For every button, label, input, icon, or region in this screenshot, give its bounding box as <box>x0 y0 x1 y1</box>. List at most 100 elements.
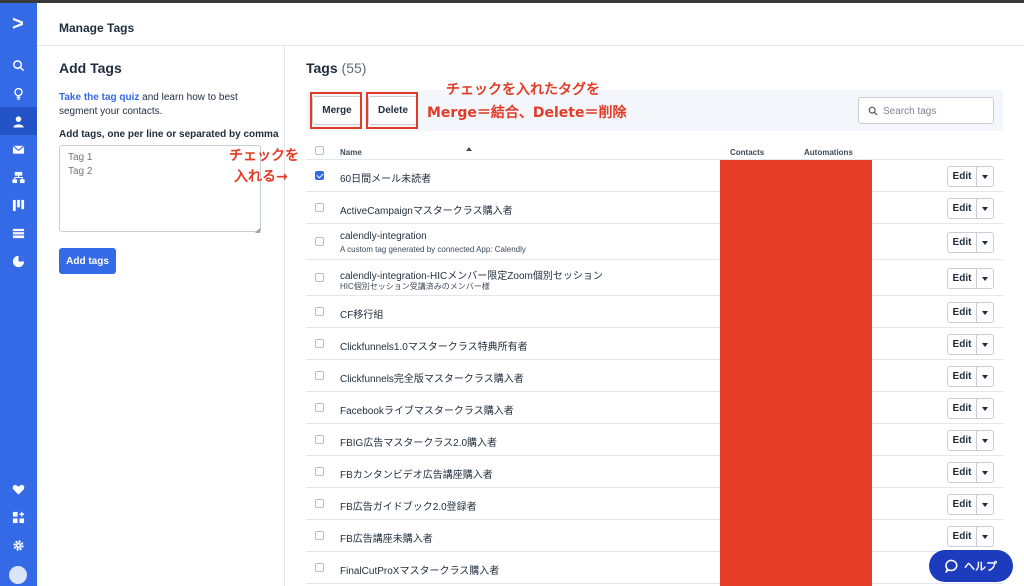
search-icon <box>868 106 878 116</box>
tag-quiz-link[interactable]: Take the tag quiz <box>59 92 139 103</box>
tags-count: (55) <box>341 60 367 76</box>
tag-name: FBIG広告マスタークラス2.0購入者 <box>340 438 498 449</box>
add-tags-description: Take the tag quiz and learn how to best … <box>59 91 259 119</box>
edit-button[interactable]: Edit <box>947 166 977 187</box>
contacts-icon[interactable] <box>0 107 37 135</box>
chevron-down-icon[interactable] <box>976 166 994 187</box>
table-row: FB広告講座未購入者 Edit <box>306 520 1003 552</box>
tag-name: FB広告講座未購入者 <box>340 534 433 545</box>
row-checkbox[interactable] <box>315 273 324 282</box>
row-checkbox[interactable] <box>315 435 324 444</box>
chevron-down-icon[interactable] <box>976 494 994 515</box>
row-checkbox[interactable] <box>315 403 324 412</box>
edit-button[interactable]: Edit <box>947 268 977 289</box>
redacted-counts <box>720 160 872 586</box>
lightbulb-icon[interactable] <box>0 79 37 107</box>
row-checkbox[interactable] <box>315 203 324 212</box>
table-row: CF移行組 Edit <box>306 296 1003 328</box>
add-tags-title: Add Tags <box>59 60 122 76</box>
tag-name: FBカンタンビデオ広告講座購入者 <box>340 470 493 481</box>
row-checkbox[interactable] <box>315 307 324 316</box>
row-checkbox[interactable] <box>315 499 324 508</box>
row-checkbox[interactable] <box>315 531 324 540</box>
deals-icon[interactable] <box>0 191 37 219</box>
tags-heading: Tags (55) <box>306 60 366 76</box>
help-button[interactable]: ヘルプ <box>929 550 1013 582</box>
table-row: FBIG広告マスタークラス2.0購入者 Edit <box>306 424 1003 456</box>
edit-button[interactable]: Edit <box>947 462 977 483</box>
chevron-down-icon[interactable] <box>976 268 994 289</box>
annotation-check-line1: チェックを <box>229 148 299 164</box>
table-row: ActiveCampaignマスタークラス購入者 Edit <box>306 192 1003 224</box>
row-checkbox[interactable] <box>315 563 324 572</box>
row-checkbox[interactable] <box>315 339 324 348</box>
sort-asc-icon[interactable] <box>466 147 472 151</box>
search-icon[interactable] <box>0 51 37 79</box>
tag-name: FB広告ガイドブック2.0登録者 <box>340 502 477 513</box>
apps-add-icon[interactable] <box>0 503 37 531</box>
chevron-down-icon[interactable] <box>976 430 994 451</box>
row-checkbox[interactable] <box>315 171 324 180</box>
tag-name: Facebookライブマスタークラス購入者 <box>340 406 514 417</box>
add-tags-input-label: Add tags, one per line or separated by c… <box>59 129 279 140</box>
tag-name: ActiveCampaignマスタークラス購入者 <box>340 206 513 217</box>
site-icon[interactable] <box>0 219 37 247</box>
edit-button[interactable]: Edit <box>947 398 977 419</box>
row-checkbox[interactable] <box>315 371 324 380</box>
tag-description: HIC個別セッション受講済みのメンバー様 <box>340 282 490 291</box>
tags-table-header: Name Contacts Automations <box>306 141 1003 160</box>
tag-name: calendly-integration <box>340 231 427 242</box>
annotation-selected-tags: チェックを入れたタグを <box>446 82 600 98</box>
chevron-down-icon[interactable] <box>976 198 994 219</box>
edit-button[interactable]: Edit <box>947 366 977 387</box>
edit-button[interactable]: Edit <box>947 302 977 323</box>
email-icon[interactable] <box>0 135 37 163</box>
avatar[interactable] <box>9 566 27 584</box>
tag-name: Clickfunnels完全版マスタークラス購入者 <box>340 374 524 385</box>
table-row: Facebookライブマスタークラス購入者 Edit <box>306 392 1003 424</box>
chevron-down-icon[interactable] <box>976 526 994 547</box>
annotation-check-line2: 入れる→ <box>234 169 288 185</box>
textarea-resize-handle[interactable]: ◢ <box>255 226 260 234</box>
edit-button[interactable]: Edit <box>947 494 977 515</box>
chat-bubble-icon <box>945 559 958 573</box>
edit-button[interactable]: Edit <box>947 334 977 355</box>
column-contacts[interactable]: Contacts <box>730 148 764 157</box>
chevron-down-icon[interactable] <box>976 398 994 419</box>
delete-highlight-box <box>366 92 418 129</box>
chevron-down-icon[interactable] <box>976 462 994 483</box>
tag-name: 60日間メール未読者 <box>340 174 432 185</box>
table-row: calendly-integration-HICメンバー限定Zoom個別セッショ… <box>306 260 1003 296</box>
row-checkbox[interactable] <box>315 467 324 476</box>
edit-button[interactable]: Edit <box>947 430 977 451</box>
gear-icon[interactable] <box>0 531 37 559</box>
page-header: Manage Tags <box>37 3 1024 46</box>
chevron-down-icon[interactable] <box>976 302 994 323</box>
select-all-checkbox[interactable] <box>315 146 324 155</box>
search-input[interactable] <box>883 103 989 119</box>
add-tags-button[interactable]: Add tags <box>59 248 116 274</box>
row-checkbox[interactable] <box>315 237 324 246</box>
column-automations[interactable]: Automations <box>804 148 853 157</box>
tag-name: calendly-integration-HICメンバー限定Zoom個別セッショ… <box>340 271 603 282</box>
automations-icon[interactable] <box>0 163 37 191</box>
column-name[interactable]: Name <box>340 148 362 157</box>
tags-title: Tags <box>306 60 338 76</box>
reports-icon[interactable] <box>0 247 37 275</box>
heart-icon[interactable] <box>0 475 37 503</box>
logo-icon[interactable]: > <box>7 13 29 35</box>
table-row: FBカンタンビデオ広告講座購入者 Edit <box>306 456 1003 488</box>
sidebar: > <box>0 3 37 586</box>
tag-description: A custom tag generated by connected App:… <box>340 245 526 254</box>
tag-name: Clickfunnels1.0マスタークラス特典所有者 <box>340 342 528 353</box>
chevron-down-icon[interactable] <box>976 366 994 387</box>
edit-button[interactable]: Edit <box>947 232 977 253</box>
search-box[interactable] <box>858 97 994 124</box>
chevron-down-icon[interactable] <box>976 232 994 253</box>
edit-button[interactable]: Edit <box>947 526 977 547</box>
chevron-down-icon[interactable] <box>976 334 994 355</box>
add-tags-panel: Add Tags Take the tag quiz and learn how… <box>37 46 285 586</box>
merge-highlight-box <box>310 92 362 129</box>
edit-button[interactable]: Edit <box>947 198 977 219</box>
help-label: ヘルプ <box>964 560 997 573</box>
